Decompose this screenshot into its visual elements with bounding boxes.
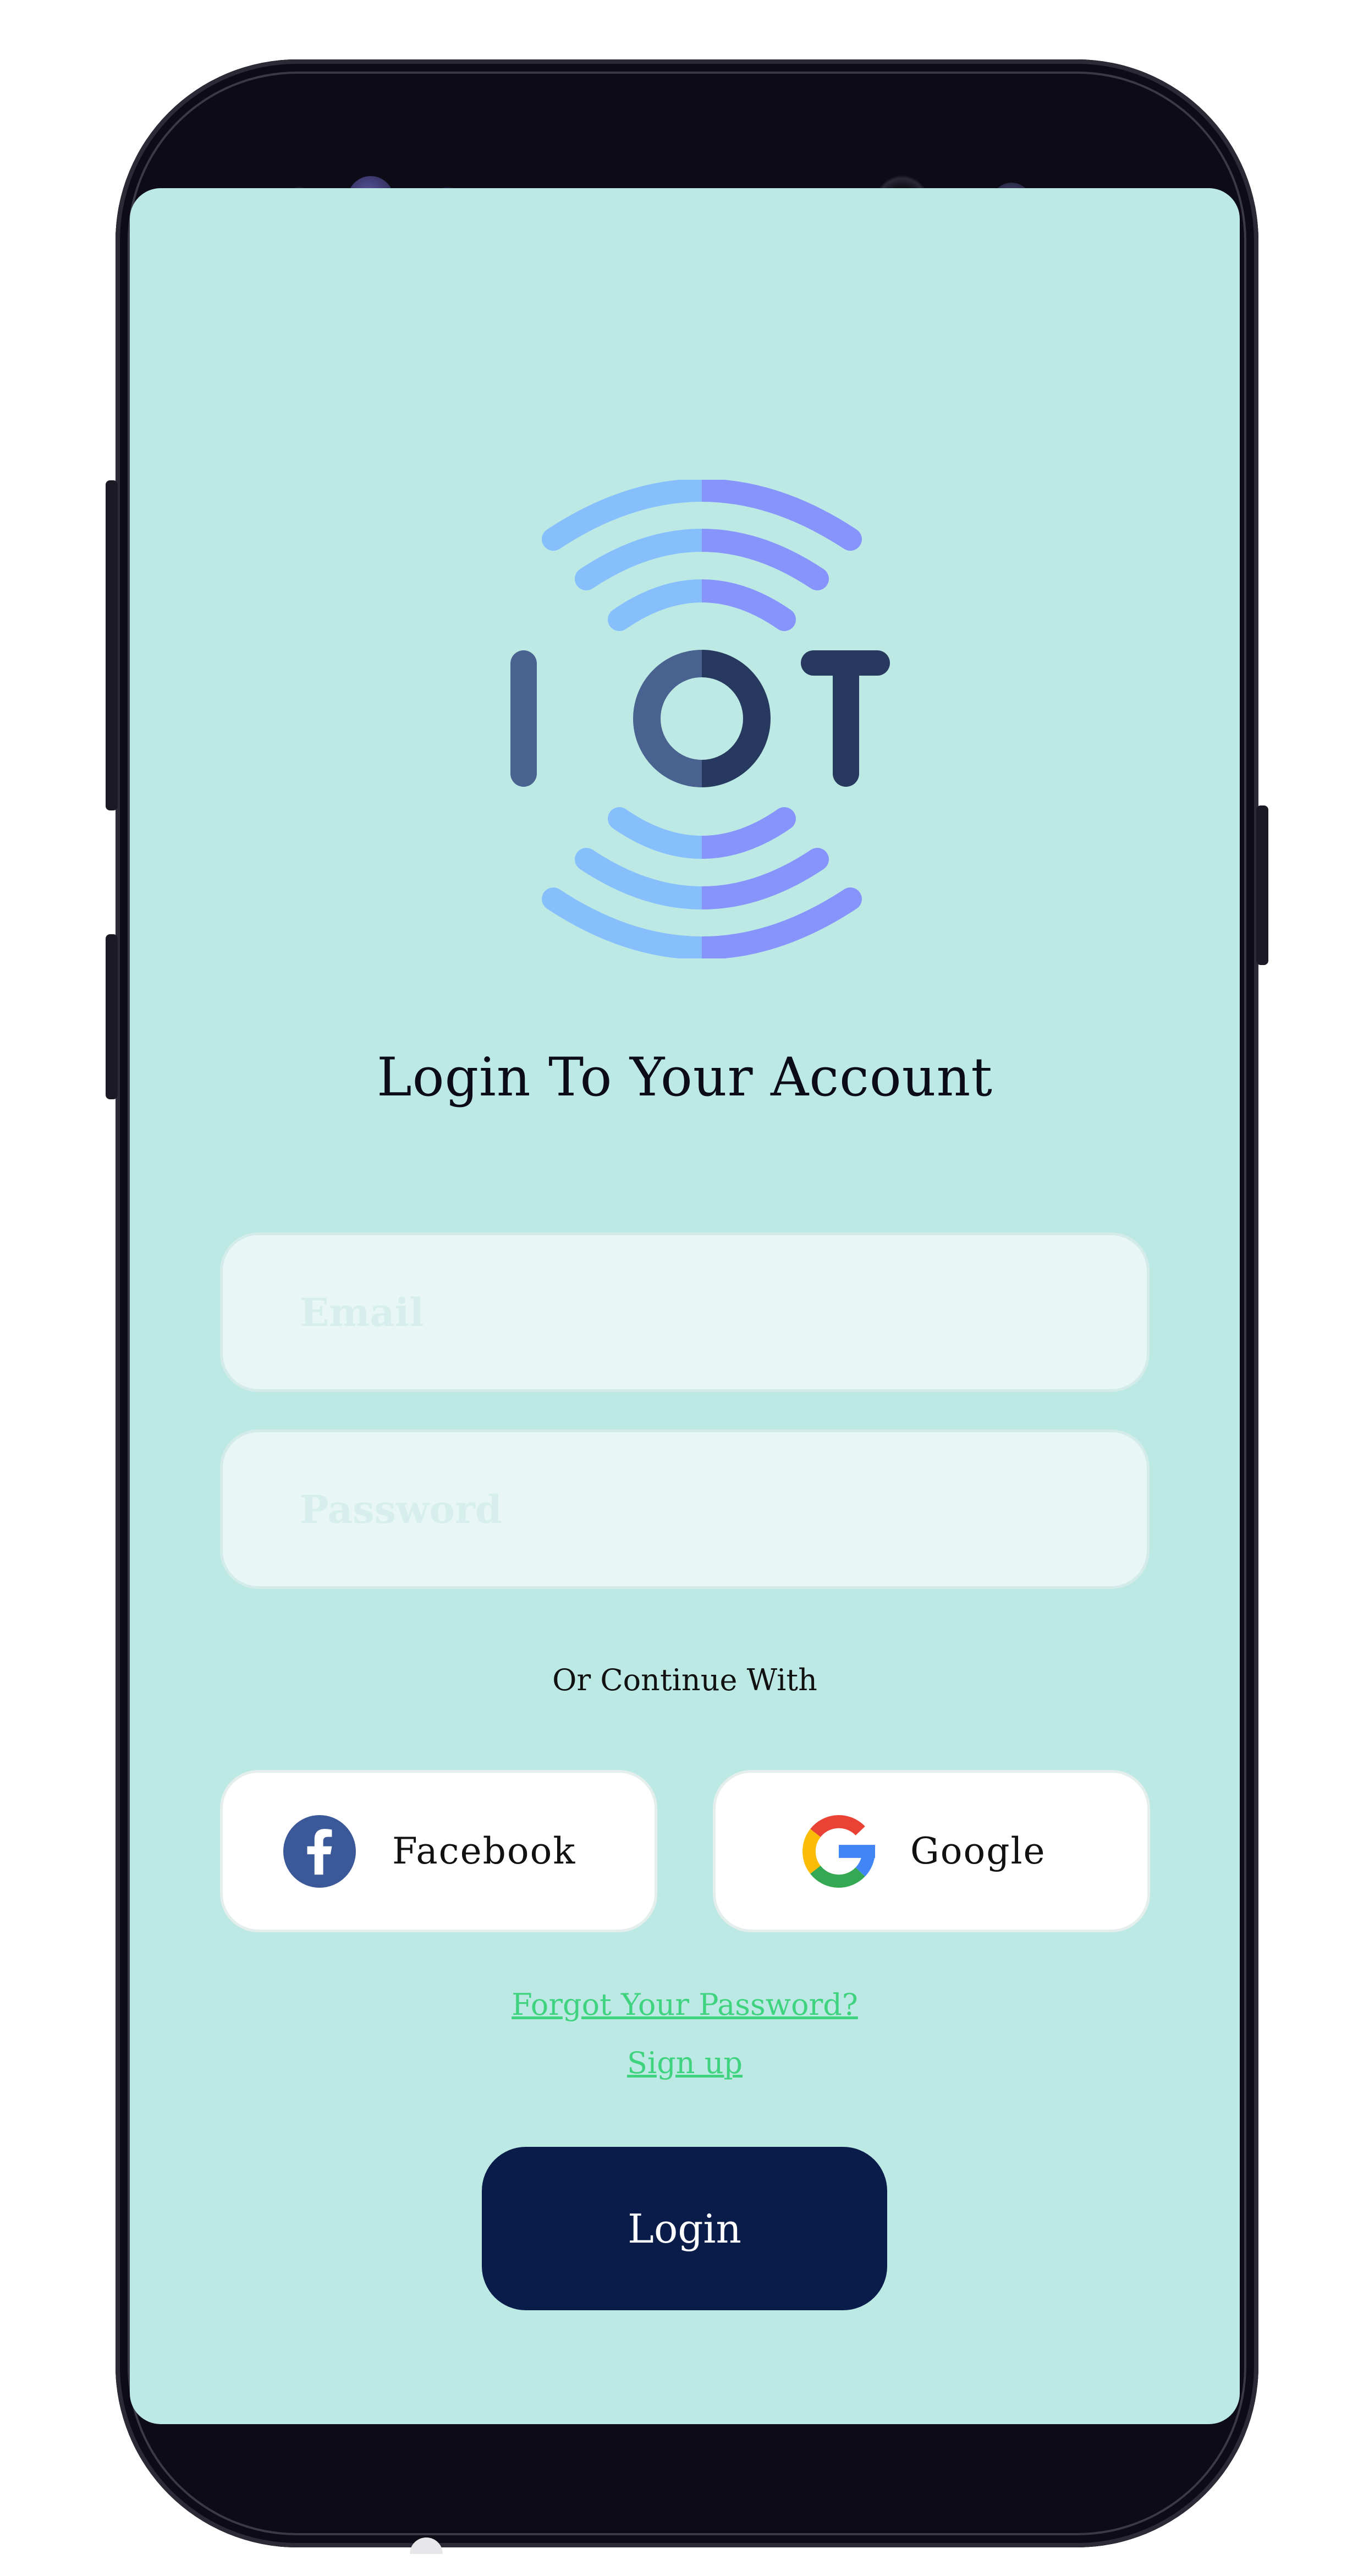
- forgot-password-link[interactable]: Forgot Your Password?: [130, 1987, 1240, 2022]
- facebook-icon: [283, 1815, 356, 1888]
- email-field-container: [220, 1232, 1150, 1392]
- page-title: Login To Your Account: [377, 1046, 993, 1108]
- app-screen: Login To Your Account Or Continue With F…: [130, 188, 1240, 2424]
- or-continue-with-label: Or Continue With: [552, 1663, 817, 1697]
- login-button[interactable]: Login: [482, 2147, 887, 2310]
- volume-up-button: [106, 480, 118, 810]
- facebook-label: Facebook: [392, 1830, 576, 1872]
- volume-down-button: [106, 934, 118, 1099]
- email-input[interactable]: [223, 1235, 1147, 1389]
- power-button: [1256, 805, 1268, 965]
- google-icon: [802, 1815, 875, 1888]
- password-input[interactable]: [223, 1432, 1147, 1586]
- facebook-button[interactable]: Facebook: [220, 1770, 657, 1932]
- iot-logo-icon: [510, 480, 890, 958]
- google-label: Google: [910, 1830, 1046, 1872]
- sign-up-link[interactable]: Sign up: [130, 2046, 1240, 2080]
- password-field-container: [220, 1429, 1150, 1589]
- google-button[interactable]: Google: [713, 1770, 1150, 1932]
